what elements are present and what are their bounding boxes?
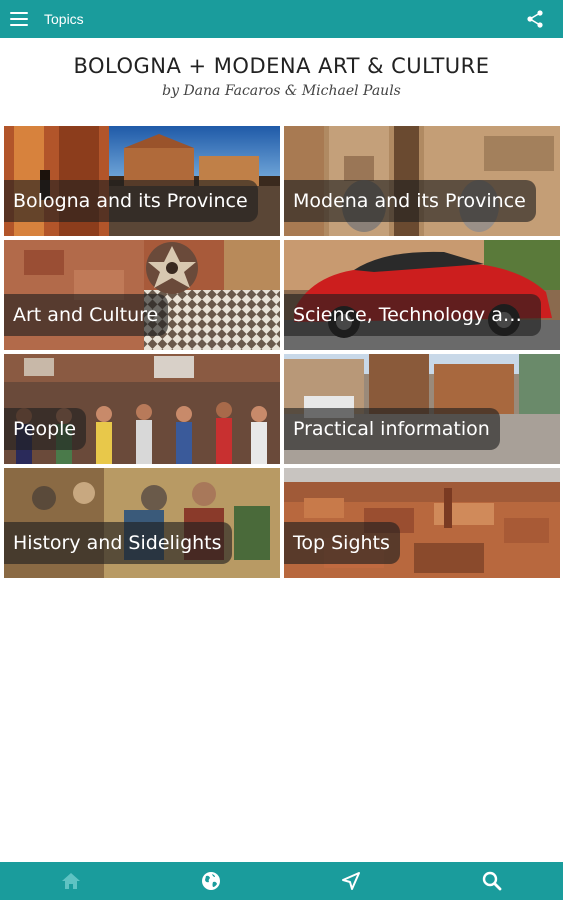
tile-label: People — [4, 408, 87, 450]
topic-tile-top-sights[interactable]: Top Sights — [284, 468, 560, 578]
page-title: Topics — [44, 11, 84, 27]
tile-label: Modena and its Province — [284, 180, 536, 222]
topic-tile-art-culture[interactable]: Art and Culture — [4, 240, 280, 350]
topic-tile-science-technology[interactable]: Science, Technology and Industry — [284, 240, 560, 350]
tile-label: Art and Culture — [4, 294, 169, 336]
tile-label: Science, Technology and Industry — [284, 294, 541, 336]
home-icon[interactable] — [60, 870, 82, 892]
topic-tile-bologna[interactable]: Bologna and its Province — [4, 126, 280, 236]
topic-tile-practical-info[interactable]: Practical information — [284, 354, 560, 464]
top-app-bar: Topics — [0, 0, 563, 38]
topic-tile-history[interactable]: History and Sidelights — [4, 468, 280, 578]
share-icon[interactable] — [525, 9, 545, 29]
search-icon[interactable] — [481, 870, 503, 892]
topic-tile-modena[interactable]: Modena and its Province — [284, 126, 560, 236]
book-header: BOLOGNA + MODENA ART & CULTURE by Dana F… — [0, 54, 563, 99]
book-title: BOLOGNA + MODENA ART & CULTURE — [73, 54, 490, 78]
topic-tile-people[interactable]: People — [4, 354, 280, 464]
globe-icon[interactable] — [200, 870, 222, 892]
tile-label: History and Sidelights — [4, 522, 232, 564]
tile-label: Top Sights — [284, 522, 400, 564]
tile-label: Practical information — [284, 408, 500, 450]
navigation-arrow-icon[interactable] — [340, 870, 362, 892]
tile-label: Bologna and its Province — [4, 180, 258, 222]
hamburger-menu-icon[interactable] — [10, 12, 28, 26]
bottom-navigation-bar — [0, 862, 563, 900]
book-authors: by Dana Facaros & Michael Pauls — [162, 83, 401, 99]
